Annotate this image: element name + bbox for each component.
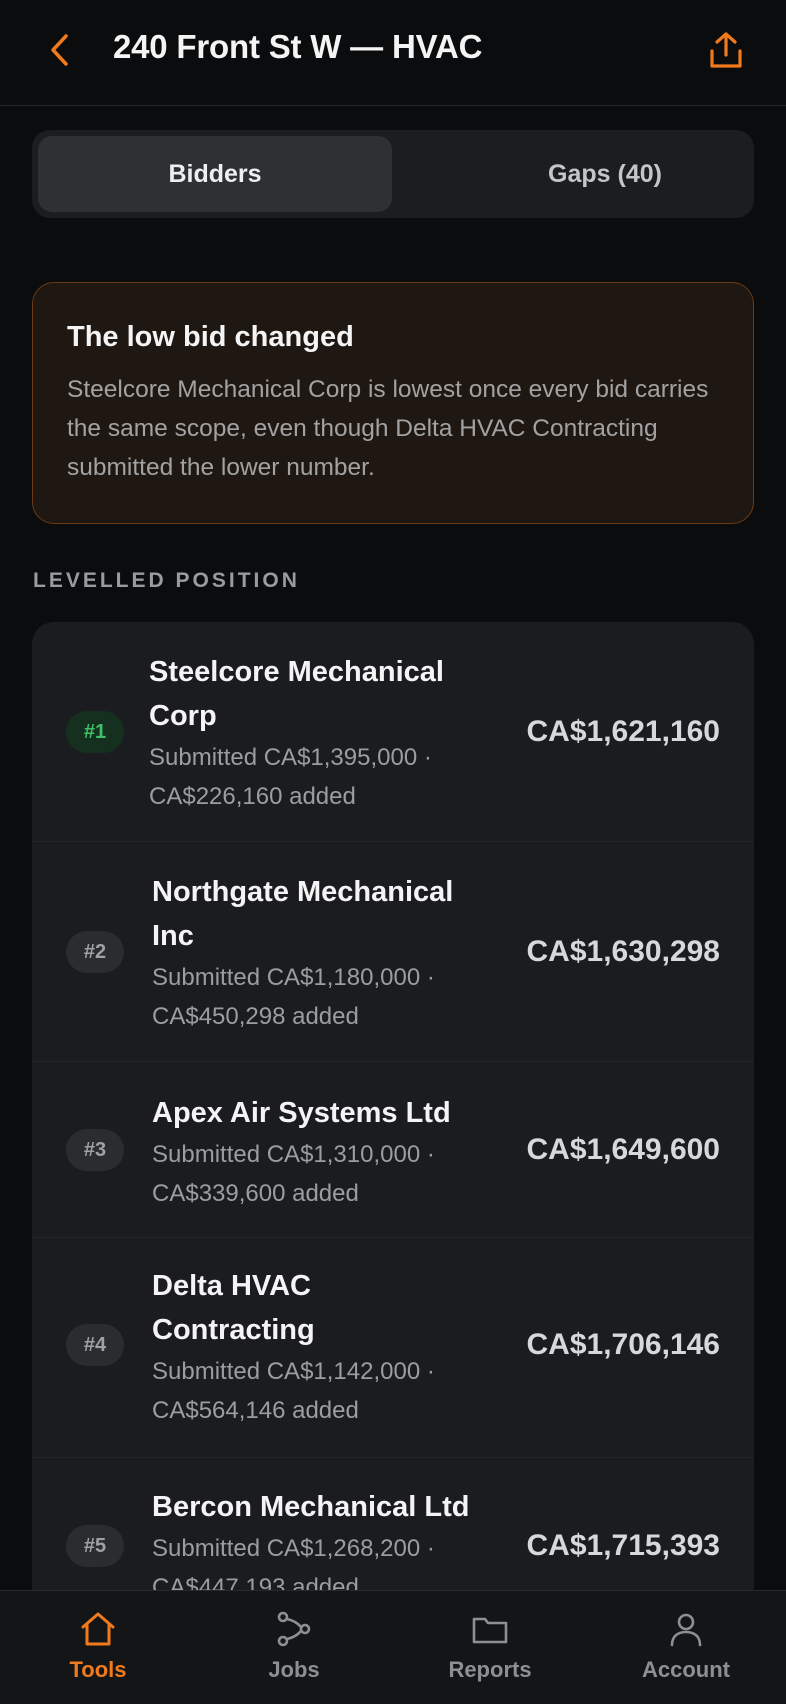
levelled-amount: CA$1,649,600 <box>526 1133 720 1166</box>
workflow-icon <box>277 1611 311 1647</box>
back-button[interactable] <box>40 30 80 70</box>
top-bar: 240 Front St W — HVAC <box>0 0 786 106</box>
low-bid-changed-alert: The low bid changed Steelcore Mechanical… <box>32 282 754 524</box>
bidder-list: #1 Steelcore Mechanical Corp Submitted C… <box>32 622 754 1704</box>
rank-badge: #4 <box>66 1324 124 1366</box>
bidder-name-line: Inc <box>152 920 194 952</box>
share-icon <box>710 32 742 68</box>
bidder-name-line: Bercon Mechanical Ltd <box>152 1491 470 1523</box>
bottom-tab-bar: Tools Jobs Reports Account <box>0 1590 786 1704</box>
bidder-sub-line: Submitted CA$1,395,000 · <box>149 744 432 771</box>
rank-badge: #5 <box>66 1525 124 1567</box>
bidder-row[interactable]: #4 Delta HVAC Contracting Submitted CA$1… <box>32 1238 754 1458</box>
tab-account[interactable]: Account <box>588 1591 784 1704</box>
bidder-name: Bercon Mechanical Ltd <box>152 1485 482 1529</box>
bidder-sub-line: CA$339,600 added <box>152 1180 359 1207</box>
bidder-sub-line: Submitted CA$1,268,200 · <box>152 1535 435 1562</box>
tab-label: Reports <box>448 1657 532 1682</box>
tab-label: Jobs <box>268 1657 320 1682</box>
levelled-amount: CA$1,630,298 <box>526 935 720 968</box>
page-title: 240 Front St W — HVAC <box>113 28 483 65</box>
bidder-name-line: Delta HVAC <box>152 1270 311 1302</box>
bidder-submitted: Submitted CA$1,180,000 · CA$450,298 adde… <box>152 958 482 1036</box>
share-button[interactable] <box>704 28 748 72</box>
alert-title: The low bid changed <box>67 321 354 353</box>
tab-bidders[interactable]: Bidders <box>38 136 392 212</box>
alert-body: Steelcore Mechanical Corp is lowest once… <box>67 376 709 481</box>
rank-badge: #1 <box>66 711 124 753</box>
bidder-name-line: Steelcore Mechanical <box>149 656 444 688</box>
rank-badge: #2 <box>66 931 124 973</box>
section-label: LEVELLED POSITION <box>33 569 300 592</box>
bidder-name: Northgate Mechanical Inc <box>152 870 482 958</box>
person-icon <box>670 1613 702 1647</box>
bidder-name-line: Corp <box>149 700 217 732</box>
bidder-name-line: Northgate Mechanical <box>152 876 454 908</box>
bidder-row[interactable]: #1 Steelcore Mechanical Corp Submitted C… <box>32 622 754 842</box>
rank-badge: #3 <box>66 1129 124 1171</box>
tab-tools[interactable]: Tools <box>0 1591 196 1704</box>
home-icon <box>81 1612 115 1646</box>
tab-label: Account <box>642 1657 730 1682</box>
bidder-name-line: Apex Air Systems Ltd <box>152 1097 451 1129</box>
tab-jobs[interactable]: Jobs <box>196 1591 392 1704</box>
tab-gaps[interactable]: Gaps (40) <box>428 136 782 212</box>
levelled-amount: CA$1,621,160 <box>526 715 720 748</box>
bidder-name-line: Contracting <box>152 1314 315 1346</box>
bidder-sub-line: CA$226,160 added <box>149 783 356 810</box>
bidder-sub-line: Submitted CA$1,310,000 · <box>152 1141 435 1168</box>
screen: 240 Front St W — HVAC Bidders Gaps (40) … <box>0 0 786 1704</box>
bidder-name: Steelcore Mechanical Corp <box>149 650 479 738</box>
bidder-name: Apex Air Systems Ltd <box>152 1091 482 1135</box>
bidder-sub-line: Submitted CA$1,142,000 · <box>152 1358 435 1385</box>
segmented-control: Bidders Gaps (40) <box>32 130 754 218</box>
bidder-name: Delta HVAC Contracting <box>152 1264 482 1352</box>
bidder-sub-line: Submitted CA$1,180,000 · <box>152 964 435 991</box>
bidder-row[interactable]: #2 Northgate Mechanical Inc Submitted CA… <box>32 842 754 1062</box>
bidder-submitted: Submitted CA$1,310,000 · CA$339,600 adde… <box>152 1135 482 1213</box>
bidder-submitted: Submitted CA$1,142,000 · CA$564,146 adde… <box>152 1352 482 1430</box>
bidder-submitted: Submitted CA$1,395,000 · CA$226,160 adde… <box>149 738 479 816</box>
levelled-amount: CA$1,715,393 <box>526 1529 720 1562</box>
tab-label: Tools <box>69 1657 127 1682</box>
bidder-sub-line: CA$564,146 added <box>152 1397 359 1424</box>
bidder-row[interactable]: #3 Apex Air Systems Ltd Submitted CA$1,3… <box>32 1062 754 1238</box>
levelled-amount: CA$1,706,146 <box>526 1328 720 1361</box>
folder-icon <box>472 1617 508 1644</box>
bidder-sub-line: CA$450,298 added <box>152 1003 359 1030</box>
tab-reports[interactable]: Reports <box>392 1591 588 1704</box>
chevron-left-icon <box>51 34 68 66</box>
